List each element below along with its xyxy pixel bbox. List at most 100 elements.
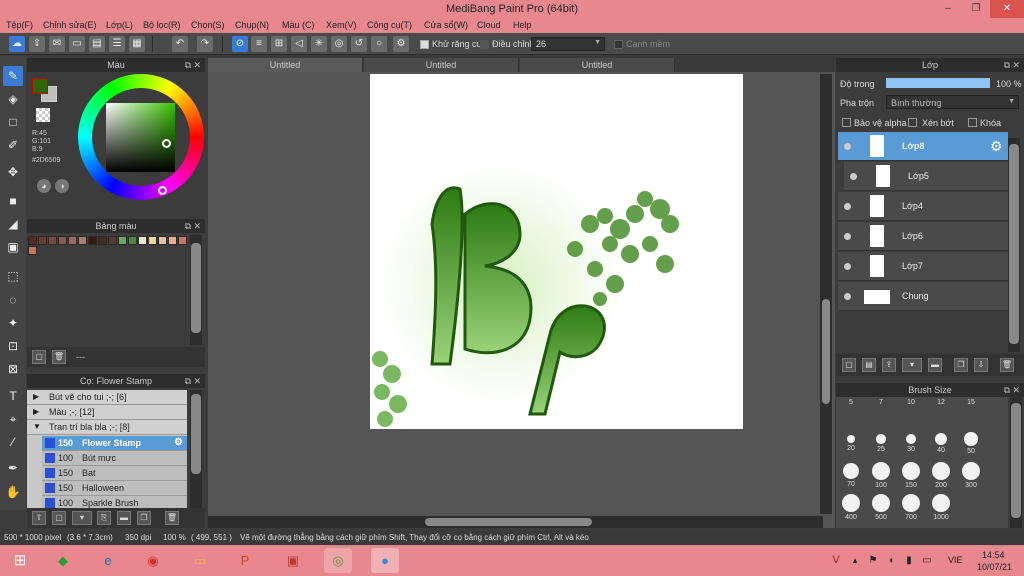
close-button[interactable]: ✕	[990, 0, 1024, 18]
color-marker[interactable]	[162, 139, 171, 148]
brush-item[interactable]: 150 Flower Stamp ⚙	[42, 436, 187, 451]
palette-swatch[interactable]	[68, 236, 77, 245]
brush-size-option[interactable]: 5	[836, 397, 866, 427]
foreground-color-swatch[interactable]	[32, 78, 48, 94]
float-icon[interactable]: ⧉	[185, 58, 191, 72]
add-brush-icon[interactable]: ⇧	[32, 511, 46, 525]
tab-untitled-2[interactable]: Untitled	[364, 58, 519, 72]
brush-scrollbar[interactable]	[190, 390, 202, 508]
brush-size-option[interactable]: 700	[896, 493, 926, 523]
palette-swatch[interactable]	[168, 236, 177, 245]
text-tool-icon[interactable]: T	[3, 386, 23, 406]
fill-rect-tool-icon[interactable]: ■	[3, 191, 23, 211]
canvas-horizontal-scrollbar[interactable]	[208, 516, 823, 528]
select-rect-tool-icon[interactable]: ⬚	[3, 266, 23, 286]
menu-capture[interactable]: Chụp(N)	[235, 20, 269, 30]
divide-tool-icon[interactable]: ⌖	[3, 409, 23, 429]
layer-item[interactable]: Lớp8 ⚙	[838, 132, 1008, 161]
brush-size-option[interactable]: 70	[836, 461, 866, 491]
internet-explorer-icon[interactable]: e	[94, 548, 122, 573]
brush-size-option[interactable]: 500	[866, 493, 896, 523]
float-icon[interactable]: ⧉	[1004, 383, 1010, 397]
curve-snap-icon[interactable]: ↺	[351, 36, 367, 52]
clock-time[interactable]: 14:54	[982, 550, 1005, 560]
palette-swatch[interactable]	[78, 236, 87, 245]
float-icon[interactable]: ⧉	[185, 374, 191, 388]
hue-marker[interactable]	[158, 186, 167, 195]
palette-swatch[interactable]	[88, 236, 97, 245]
brush-item[interactable]: 100 Sparkle Brush	[42, 496, 187, 508]
brush-size-option[interactable]: 15	[956, 397, 986, 427]
protect-alpha-checkbox[interactable]	[842, 118, 851, 127]
vivaldi-tray-icon[interactable]: V	[828, 548, 844, 573]
eraser-tool-icon[interactable]: ◈	[3, 89, 23, 109]
menu-select[interactable]: Chọn(S)	[191, 20, 225, 30]
cloud-icon[interactable]: ☁	[9, 36, 25, 52]
saturation-value-square[interactable]	[106, 103, 175, 172]
visibility-icon[interactable]	[844, 203, 851, 210]
restore-button[interactable]: ❐	[962, 0, 990, 18]
layer-menu-icon[interactable]: ▾	[902, 358, 922, 372]
canvas-vertical-scrollbar[interactable]	[820, 74, 832, 514]
copy-icon[interactable]: ⎘	[97, 511, 111, 525]
opacity-slider[interactable]	[886, 78, 990, 88]
brush-size-option[interactable]: 50	[956, 429, 986, 459]
chrome-icon[interactable]: ◉	[139, 548, 167, 573]
bluestacks-icon[interactable]: ◆	[49, 548, 77, 573]
move-tool-icon[interactable]: ✥	[3, 162, 23, 182]
brush-item[interactable]: 150 Halloween	[42, 481, 187, 496]
blend-select[interactable]: Bình thường ▼	[886, 95, 1019, 109]
brush-group[interactable]: ▶ Bút vẽ cho tui ;-; [6]	[27, 390, 187, 405]
vanishing-snap-icon[interactable]: ◁	[291, 36, 307, 52]
visibility-icon[interactable]	[850, 173, 857, 180]
select-pen-tool-icon[interactable]: ⊡	[3, 336, 23, 356]
brush-size-option[interactable]: 200	[926, 461, 956, 491]
menu-window[interactable]: Cửa sổ(W)	[424, 20, 468, 30]
palette-swatch[interactable]	[28, 236, 37, 245]
brush-size-option[interactable]: 300	[956, 461, 986, 491]
transparent-color-swatch[interactable]	[36, 108, 50, 122]
brush-group[interactable]: ▼ Tran trí bla bla ;-; [8]	[27, 420, 187, 435]
minimize-button[interactable]: –	[934, 0, 962, 18]
brush-size-scrollbar[interactable]	[1010, 397, 1022, 528]
palette-swatch[interactable]	[38, 236, 47, 245]
redo-icon[interactable]: ↷	[197, 36, 213, 52]
palette-swatch[interactable]	[58, 236, 67, 245]
new-layer-icon[interactable]: ▢	[842, 358, 856, 372]
folder-icon[interactable]: ▬	[117, 511, 131, 525]
layer-item[interactable]: Lớp4	[838, 192, 1008, 221]
bucket-tool-icon[interactable]: ◢	[3, 214, 23, 234]
close-icon[interactable]: ✕	[193, 219, 201, 233]
palette-icon[interactable]: ◕	[37, 179, 51, 193]
palette-add-icon[interactable]: ◑	[55, 179, 69, 193]
snap-off-icon[interactable]: ⊘	[232, 36, 248, 52]
magic-wand-tool-icon[interactable]: ✦	[3, 313, 23, 333]
medibang-icon[interactable]: ●	[371, 548, 399, 573]
eyedropper-tool-icon[interactable]: ⁄	[3, 432, 23, 452]
brush-size-option[interactable]: 25	[866, 429, 896, 459]
ellipse-snap-icon[interactable]: ○	[371, 36, 387, 52]
palette-swatch[interactable]	[108, 236, 117, 245]
brush-tool-icon[interactable]: ✎	[3, 66, 23, 86]
rectangle-tool-icon[interactable]: □	[3, 112, 23, 132]
palette-swatch[interactable]	[28, 246, 37, 255]
select-eraser-tool-icon[interactable]: ⊠	[3, 359, 23, 379]
list-icon[interactable]: ☰	[109, 36, 125, 52]
palette-swatch[interactable]	[158, 236, 167, 245]
brush-size-option[interactable]: 100	[866, 461, 896, 491]
duplicate-icon[interactable]: ❐	[954, 358, 968, 372]
camera-app-icon[interactable]: ◎	[324, 548, 352, 573]
new-brush-icon[interactable]: ▢	[52, 511, 66, 525]
chevron-up-icon[interactable]: ▴	[848, 548, 862, 573]
visibility-icon[interactable]	[844, 143, 851, 150]
close-icon[interactable]: ✕	[193, 374, 201, 388]
lasso-tool-icon[interactable]: ◌	[3, 290, 23, 310]
correction-select[interactable]: 26 ▼	[531, 37, 605, 51]
layer-item[interactable]: Chung	[838, 282, 1008, 311]
menu-filter[interactable]: Bộ lọc(R)	[143, 20, 181, 30]
menu-layer[interactable]: Lớp(L)	[106, 20, 133, 30]
merge-icon[interactable]: ⇩	[974, 358, 988, 372]
drawing-canvas[interactable]	[370, 74, 743, 429]
network-icon[interactable]: ▮	[902, 548, 916, 573]
brush-size-option[interactable]: 30	[896, 429, 926, 459]
